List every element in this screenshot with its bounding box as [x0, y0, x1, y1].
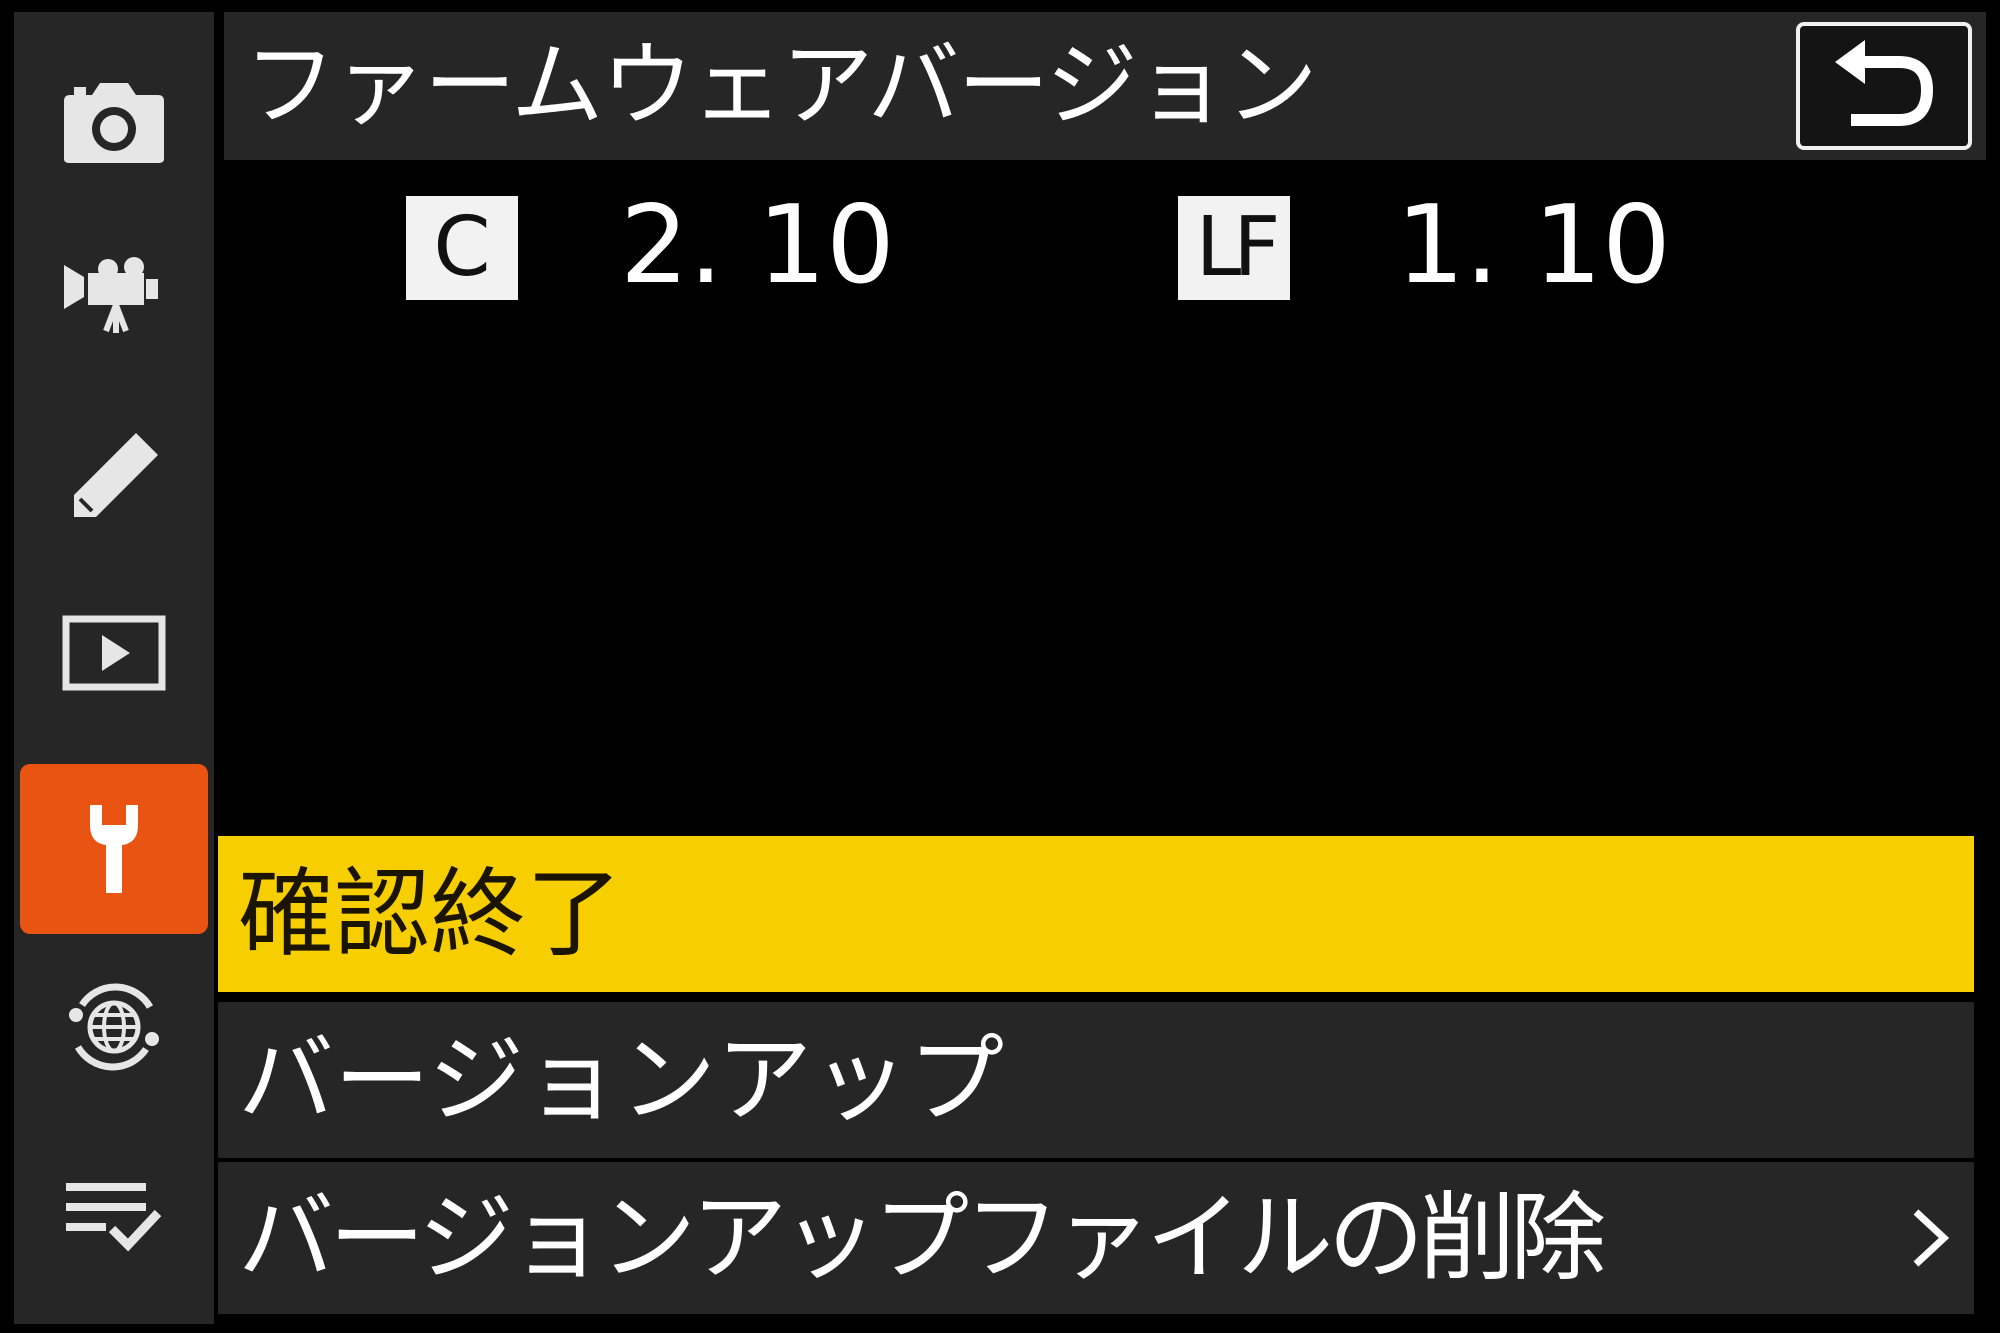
my-menu-icon	[66, 1183, 162, 1252]
menu-item-label: 確認終了	[238, 858, 622, 970]
menu-item-label: バージョンアップ	[238, 1024, 1005, 1136]
pencil-icon	[74, 433, 158, 517]
sidebar-item-photo-shooting[interactable]	[20, 38, 208, 208]
camera-icon	[64, 83, 164, 163]
sidebar-item-video-recording[interactable]	[20, 212, 208, 382]
version-badge-lens: LF	[1178, 196, 1290, 300]
menu-header: ファームウェアバージョン	[224, 12, 1986, 160]
menu-item-label: バージョンアップファイルの削除	[238, 1182, 1606, 1294]
wrench-icon	[90, 805, 138, 893]
video-camera-icon	[64, 257, 158, 333]
version-value-camera: 2. 10	[620, 183, 895, 308]
back-button[interactable]	[1796, 22, 1972, 150]
sidebar-item-my-menu[interactable]	[20, 1132, 208, 1302]
playback-icon	[62, 615, 166, 691]
version-badge-camera: C	[406, 196, 518, 300]
sidebar-item-network[interactable]	[20, 942, 208, 1112]
chevron-right-icon	[1913, 1209, 1950, 1267]
network-globe-icon	[69, 983, 159, 1071]
menu-item-delete-update-file[interactable]: バージョンアップファイルの削除	[218, 1162, 1974, 1314]
menu-item-done[interactable]: 確認終了	[218, 836, 1974, 992]
menu-sidebar	[14, 12, 214, 1324]
return-arrow-icon	[1835, 40, 1934, 126]
page-title: ファームウェアバージョン	[244, 32, 1318, 139]
version-value-lens: 1. 10	[1396, 183, 1671, 308]
menu-item-firmware-update[interactable]: バージョンアップ	[218, 1002, 1974, 1158]
sidebar-item-playback[interactable]	[20, 568, 208, 738]
sidebar-item-custom-settings[interactable]	[20, 392, 208, 562]
camera-menu-screen: ファームウェアバージョン C 2. 10 LF 1. 10 確認終了 バージョン…	[0, 0, 2000, 1333]
sidebar-item-setup[interactable]	[20, 764, 208, 934]
